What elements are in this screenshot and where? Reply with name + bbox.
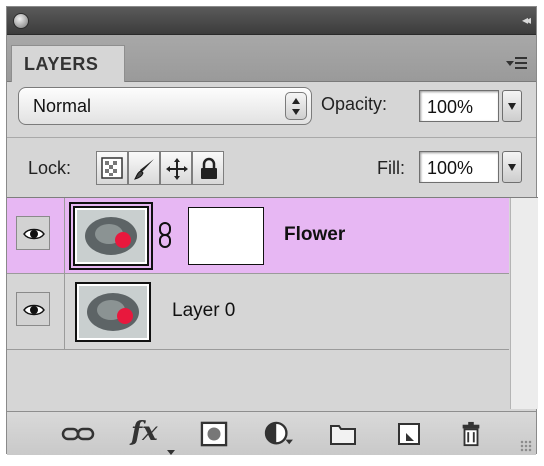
fill-field[interactable]: 100% [419, 151, 499, 183]
layer-row-flower[interactable]: Flower [7, 198, 509, 274]
visibility-toggle[interactable] [16, 292, 50, 326]
visibility-toggle[interactable] [16, 216, 50, 250]
layer-list: Flower Layer 0 [7, 197, 538, 409]
scrollbar-track[interactable] [510, 198, 538, 409]
link-layers-icon[interactable] [61, 421, 95, 447]
fill-label: Fill: [377, 158, 405, 178]
layers-bottom-toolbar: fx [7, 411, 536, 455]
tab-layers[interactable]: LAYERS [11, 45, 125, 82]
stepper-up-arrow [292, 98, 300, 104]
collapse-panel-icon[interactable]: ◂◂ [522, 13, 531, 27]
opacity-label: Opacity: [321, 94, 388, 114]
layer-mask-link-icon[interactable] [158, 222, 172, 248]
delete-layer-trash-icon[interactable] [459, 421, 483, 447]
divider [7, 137, 536, 138]
add-layer-mask-icon[interactable] [199, 421, 229, 447]
layer-mask-thumbnail[interactable] [188, 207, 264, 265]
lock-transparent-pixels-icon[interactable] [96, 151, 128, 185]
lock-image-pixels-icon[interactable] [128, 151, 160, 185]
layer-name[interactable]: Layer 0 [172, 300, 235, 322]
layer-row-layer-0[interactable]: Layer 0 [7, 274, 509, 350]
opacity-dropdown-icon[interactable] [502, 90, 522, 122]
new-adjustment-layer-icon[interactable] [262, 421, 296, 447]
visibility-cell [7, 274, 65, 349]
lock-label: Lock: [28, 158, 72, 178]
panel-tab-bar: LAYERS [7, 35, 536, 82]
menu-arrow [506, 61, 514, 66]
resize-grip-icon[interactable] [520, 440, 532, 452]
opacity-field[interactable]: 100% [419, 90, 499, 122]
layer-style-fx-icon[interactable]: fx [131, 417, 158, 447]
fx-dropdown-arrow [167, 450, 175, 455]
eye-icon [23, 228, 45, 240]
lock-all-icon[interactable] [192, 151, 224, 185]
lock-position-icon[interactable] [160, 151, 192, 185]
eye-icon [23, 304, 45, 316]
layer-thumbnail[interactable] [69, 202, 153, 270]
blend-mode-select[interactable]: Normal [18, 87, 312, 125]
stepper-down-arrow [292, 109, 300, 115]
layer-name[interactable]: Flower [284, 224, 345, 246]
layers-panel: ◂◂ LAYERS Normal Opacity: 100% Lock: Fil… [6, 6, 538, 455]
new-group-folder-icon[interactable] [329, 421, 357, 447]
close-icon[interactable] [13, 13, 29, 29]
menu-lines [515, 57, 527, 70]
visibility-cell [7, 198, 65, 273]
panel-menu-icon[interactable] [506, 55, 528, 73]
new-layer-icon[interactable] [396, 421, 422, 447]
panel-title-bar[interactable]: ◂◂ [7, 7, 536, 35]
blend-mode-value: Normal [33, 96, 92, 116]
blend-mode-stepper-icon[interactable] [285, 92, 307, 120]
layer-thumbnail[interactable] [75, 282, 151, 342]
fill-dropdown-icon[interactable] [502, 151, 522, 183]
